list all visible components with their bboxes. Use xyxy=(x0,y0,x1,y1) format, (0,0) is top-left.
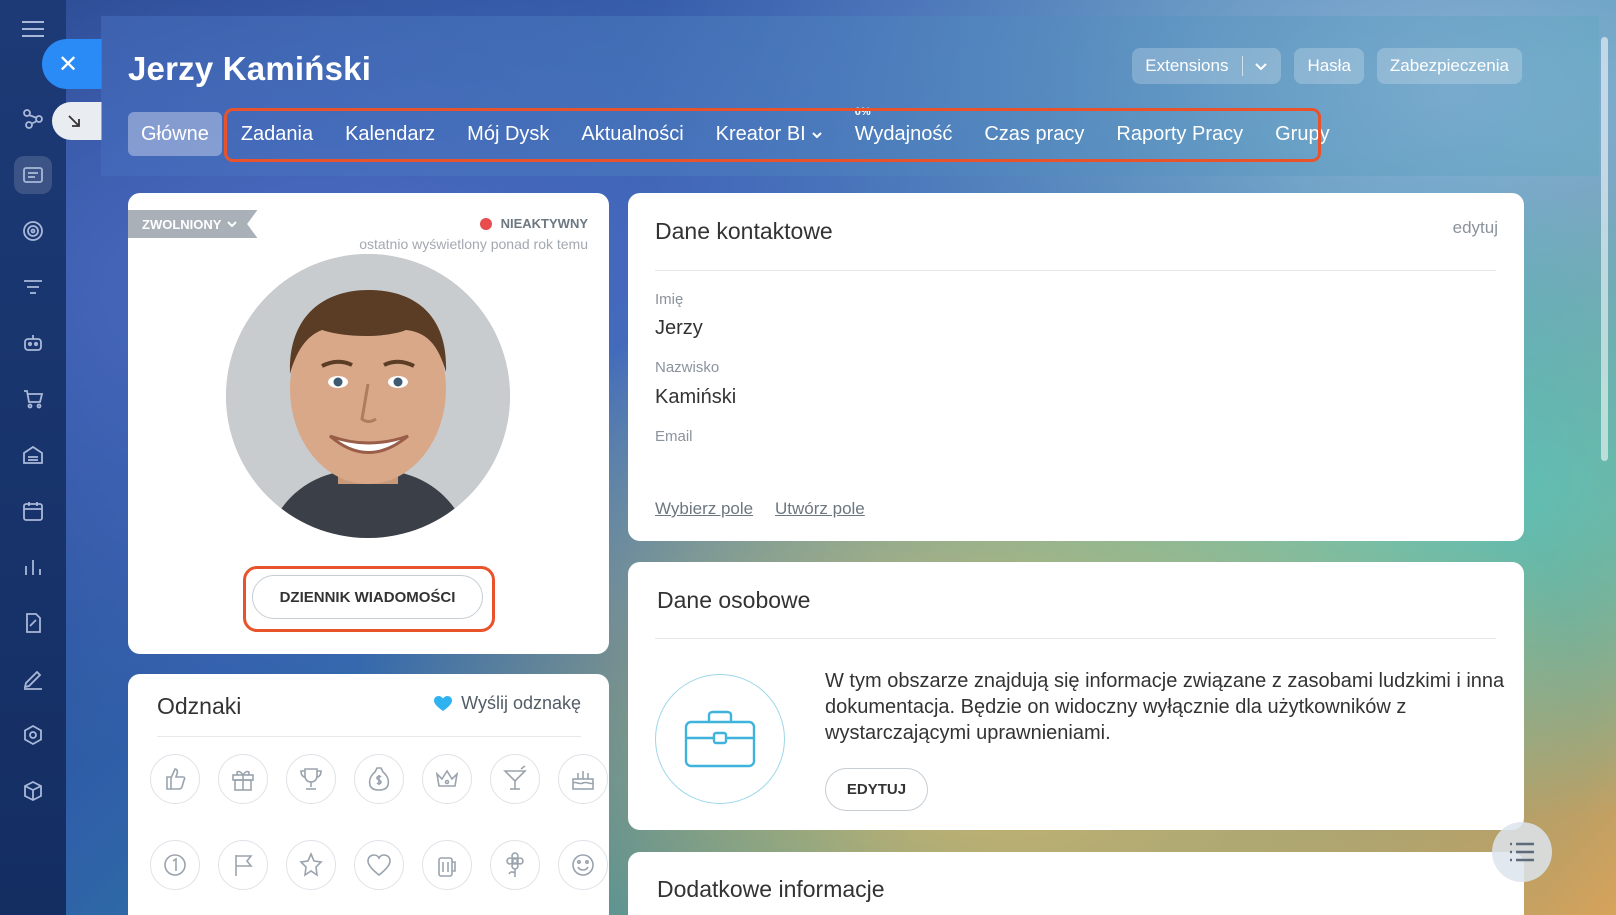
personal-data-card: Dane osobowe W tym obszarze znajdują się… xyxy=(628,562,1524,830)
money-bag-icon[interactable] xyxy=(354,754,404,804)
heart-icon[interactable] xyxy=(354,840,404,890)
additional-info-title: Dodatkowe informacje xyxy=(657,876,885,902)
extensions-button[interactable]: Extensions xyxy=(1132,48,1282,84)
feed-quick-button[interactable] xyxy=(1492,822,1552,882)
workflow-icon[interactable] xyxy=(14,100,52,138)
number-one-icon[interactable] xyxy=(150,840,200,890)
divider xyxy=(655,270,1496,271)
analytics-icon[interactable] xyxy=(14,548,52,586)
status-dot xyxy=(479,217,492,230)
trophy-icon[interactable] xyxy=(286,754,336,804)
thumbs-up-icon[interactable] xyxy=(150,754,200,804)
gift-icon[interactable] xyxy=(218,754,268,804)
cocktail-icon[interactable] xyxy=(490,754,540,804)
edit-contact-link[interactable]: edytuj xyxy=(1453,218,1498,238)
last-name-value: Kamiński xyxy=(655,386,737,408)
avatar[interactable] xyxy=(226,254,510,538)
personal-title: Dane osobowe xyxy=(657,587,811,613)
close-icon: ✕ xyxy=(57,50,79,78)
send-badge-button[interactable]: Wyślij odznakę xyxy=(434,693,581,714)
star-icon[interactable] xyxy=(286,840,336,890)
badges-row-1 xyxy=(150,754,608,804)
briefcase-icon xyxy=(684,710,756,768)
settings-hex-icon[interactable] xyxy=(14,716,52,754)
robot-icon[interactable] xyxy=(14,324,52,362)
divider xyxy=(655,638,1496,639)
contact-details-card: Dane kontaktowe edytuj Imię Jerzy Nazwis… xyxy=(628,193,1524,541)
badges-card: Odznaki Wyślij odznakę xyxy=(128,674,609,915)
message-log-button[interactable]: DZIENNIK WIADOMOŚCI xyxy=(252,575,483,619)
extensions-label: Extensions xyxy=(1145,56,1229,75)
passwords-button[interactable]: Hasła xyxy=(1294,48,1364,84)
chevron-down-icon[interactable] xyxy=(1254,59,1268,73)
badges-row-2 xyxy=(150,840,608,890)
list-icon xyxy=(1510,842,1534,862)
cake-icon[interactable] xyxy=(558,754,608,804)
security-button[interactable]: Zabezpieczenia xyxy=(1376,48,1522,84)
flower-icon[interactable] xyxy=(490,840,540,890)
last-seen-text: ostatnio wyświetlony ponad rok temu xyxy=(359,236,588,252)
online-status-label: NIEAKTYWNY xyxy=(500,216,588,231)
page-scrollbar[interactable] xyxy=(1601,37,1608,461)
create-field-link[interactable]: Utwórz pole xyxy=(775,499,865,519)
last-name-label: Nazwisko xyxy=(655,359,720,376)
employment-status-tag[interactable]: ZWOLNIONY xyxy=(128,210,258,238)
profile-slider-panel: Jerzy Kamiński Extensions Hasła Zabezpie… xyxy=(101,16,1599,915)
tabs-highlight-frame xyxy=(224,108,1321,162)
contact-card-icon[interactable] xyxy=(14,156,52,194)
choose-field-link[interactable]: Wybierz pole xyxy=(655,499,753,519)
tab-label: Główne xyxy=(141,122,209,145)
divider xyxy=(157,736,581,737)
header-actions: Extensions Hasła Zabezpieczenia xyxy=(1132,48,1522,84)
heart-icon xyxy=(434,695,453,711)
calendar-icon[interactable] xyxy=(14,492,52,530)
edit-personal-button[interactable]: EDYTUJ xyxy=(825,768,928,811)
crown-icon[interactable] xyxy=(422,754,472,804)
send-badge-label: Wyślij odznakę xyxy=(461,693,581,713)
warehouse-icon[interactable] xyxy=(14,436,52,474)
close-slider-button[interactable]: ✕ xyxy=(42,39,102,89)
smile-icon[interactable] xyxy=(558,840,608,890)
document-sign-icon[interactable] xyxy=(14,604,52,642)
first-name-label: Imię xyxy=(655,291,684,308)
briefcase-illustration xyxy=(655,674,785,804)
tab-main[interactable]: Główne xyxy=(128,112,222,156)
profile-card: ZWOLNIONY NIEAKTYWNY ostatnio wyświetlon… xyxy=(128,193,609,654)
cart-icon[interactable] xyxy=(14,380,52,418)
contact-title: Dane kontaktowe xyxy=(655,218,833,244)
cube-icon[interactable] xyxy=(14,772,52,810)
page-title: Jerzy Kamiński xyxy=(128,50,372,87)
chevron-down-icon xyxy=(227,221,238,228)
employment-status-label: ZWOLNIONY xyxy=(142,216,222,232)
first-name-value: Jerzy xyxy=(655,317,703,339)
online-status: NIEAKTYWNY xyxy=(479,216,588,231)
additional-info-card: Dodatkowe informacje xyxy=(628,852,1524,915)
flag-icon[interactable] xyxy=(218,840,268,890)
beer-icon[interactable] xyxy=(422,840,472,890)
user-photo xyxy=(226,254,510,538)
minimize-slider-button[interactable] xyxy=(52,102,102,140)
pen-icon[interactable] xyxy=(14,660,52,698)
arrow-down-right-icon xyxy=(68,115,80,127)
badges-title: Odznaki xyxy=(157,693,242,719)
divider xyxy=(1242,56,1244,76)
personal-data-description: W tym obszarze znajdują się informacje z… xyxy=(825,670,1505,744)
target-icon[interactable] xyxy=(14,212,52,250)
email-label: Email xyxy=(655,428,693,445)
left-nav-rail xyxy=(0,0,66,915)
menu-icon[interactable] xyxy=(20,18,46,45)
filter-icon[interactable] xyxy=(14,268,52,306)
